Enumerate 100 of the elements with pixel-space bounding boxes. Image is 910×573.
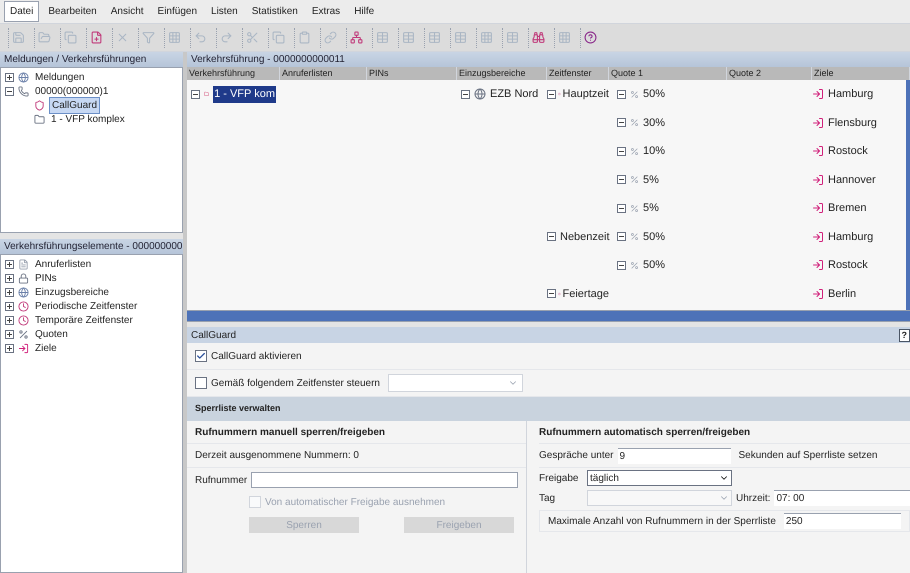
undo-icon — [194, 31, 207, 44]
globe-icon — [18, 286, 29, 298]
expand-icon[interactable] — [5, 72, 14, 82]
tree-item[interactable]: Temporäre Zeitfenster — [33, 312, 135, 328]
arrow-icon — [812, 288, 824, 300]
grid-icon — [558, 31, 571, 44]
arrow-icon — [812, 145, 824, 158]
menu-item[interactable]: Bearbeiten — [43, 2, 102, 21]
panel-title: Meldungen / Verkehrsführungen — [0, 52, 183, 67]
cut-icon — [246, 31, 259, 44]
collapse-icon[interactable] — [617, 146, 626, 156]
horizontal-scrollbar[interactable] — [187, 310, 910, 322]
table-cell-text: 30% — [643, 116, 666, 130]
collapse-icon[interactable] — [617, 118, 626, 128]
collapse-icon[interactable] — [547, 289, 556, 298]
table-cell-text: Rostock — [828, 144, 868, 159]
tree-item[interactable]: Einzugsbereiche — [33, 284, 111, 300]
menu-item[interactable]: Datei — [4, 1, 40, 22]
expand-icon[interactable] — [5, 288, 14, 296]
input-field[interactable]: 9 — [618, 448, 730, 464]
checkbox[interactable] — [195, 350, 207, 362]
table-cell-text: 50% — [643, 87, 666, 102]
tree-item[interactable]: Anruferlisten — [33, 256, 94, 272]
collapse-icon[interactable] — [617, 175, 626, 184]
table-cell-text: 50% — [643, 230, 666, 244]
checkbox-label: Gemäß folgendem Zeitfenster steuern — [211, 376, 380, 390]
table-cell-text: Hamburg — [828, 230, 874, 244]
field-label: Gespräche unter — [539, 449, 614, 463]
percent-icon — [630, 175, 639, 184]
table-cell-text: EZB Nord — [490, 87, 538, 102]
percent-icon — [18, 328, 29, 340]
table-cell-text: Rostock — [828, 258, 868, 273]
lock-icon — [18, 272, 29, 284]
table-cell-text: Hamburg — [828, 87, 874, 102]
table-cell-text: Feiertage — [562, 286, 609, 302]
menu-item[interactable]: Listen — [206, 2, 243, 21]
collapse-icon[interactable] — [547, 90, 556, 99]
field-label: Uhrzeit: — [736, 492, 770, 506]
table-cell[interactable]: 1 - VFP kom — [213, 86, 276, 102]
tree-item[interactable]: PINs — [33, 270, 59, 286]
menu-item[interactable]: Ansicht — [106, 2, 149, 21]
panel-title: Verkehrsführungselemente - 000000000 — [0, 239, 183, 254]
menu-item[interactable]: Statistiken — [246, 2, 303, 21]
shield-icon — [34, 100, 45, 110]
field-label: Tag — [539, 492, 556, 506]
find-icon — [532, 31, 545, 44]
tree-item[interactable]: 1 - VFP komplex — [49, 112, 127, 126]
expand-icon[interactable] — [5, 330, 14, 338]
tree-item[interactable]: Periodische Zeitfenster — [33, 298, 140, 314]
grid-icon — [168, 31, 181, 44]
expand-icon[interactable] — [5, 316, 14, 324]
collapse-icon[interactable] — [547, 232, 556, 242]
paste-icon — [298, 31, 311, 44]
checkbox[interactable] — [195, 377, 207, 389]
collapse-icon[interactable] — [617, 260, 626, 270]
collapse-icon[interactable] — [617, 90, 626, 99]
expand-icon[interactable] — [5, 344, 14, 352]
tree-item[interactable]: Quoten — [33, 326, 70, 342]
arrow-icon — [812, 230, 824, 243]
panel-title: Verkehrsführung - 0000000000011 — [187, 52, 910, 67]
link-icon — [324, 31, 337, 44]
expand-icon[interactable] — [5, 274, 14, 282]
input-field[interactable]: 250 — [784, 513, 901, 529]
menu-item[interactable]: Einfügen — [152, 2, 202, 21]
table-icon — [402, 31, 415, 44]
section-title: Rufnummern manuell sperren/freigeben — [187, 421, 526, 444]
checkbox-label: CallGuard aktivieren — [211, 350, 302, 364]
collapse-icon[interactable] — [617, 204, 626, 213]
copy-icon — [272, 31, 285, 44]
arrow-icon — [812, 202, 824, 214]
menu-item[interactable]: Hilfe — [349, 2, 380, 21]
tree-item[interactable]: 00000(000000)1 — [33, 84, 110, 98]
dropdown[interactable]: täglich — [587, 470, 732, 486]
percent-icon — [630, 118, 639, 128]
save-icon — [12, 31, 25, 44]
table-cell-text: 5% — [643, 172, 659, 188]
redo-icon — [220, 31, 233, 44]
collapse-icon[interactable] — [461, 90, 470, 99]
table-cell-text: Nebenzeit — [560, 230, 610, 244]
table-icon — [454, 31, 467, 44]
menu-item[interactable]: Extras — [306, 2, 346, 21]
expand-icon[interactable] — [5, 302, 14, 310]
collapse-icon[interactable] — [5, 86, 14, 96]
tree-item[interactable]: CallGuard — [49, 96, 100, 114]
tree-item[interactable]: Ziele — [33, 340, 59, 356]
help-icon — [584, 31, 597, 44]
table-cell-text: Flensburg — [828, 116, 877, 130]
expand-icon[interactable] — [5, 260, 14, 268]
collapse-icon[interactable] — [617, 232, 626, 242]
open-icon — [38, 31, 51, 44]
collapse-icon[interactable] — [191, 90, 200, 99]
globe-icon — [18, 72, 29, 82]
tree-item[interactable]: Meldungen — [33, 70, 86, 84]
field-label: Maximale Anzahl von Rufnummern in der Sperrliste — [548, 514, 776, 528]
arrow-icon — [812, 88, 824, 100]
panel-title: CallGuard — [190, 328, 238, 342]
percent-icon — [630, 260, 639, 270]
help-button[interactable]: ? — [898, 328, 910, 342]
input-field[interactable] — [251, 472, 518, 488]
input-field[interactable]: 07: 00 — [774, 490, 910, 506]
